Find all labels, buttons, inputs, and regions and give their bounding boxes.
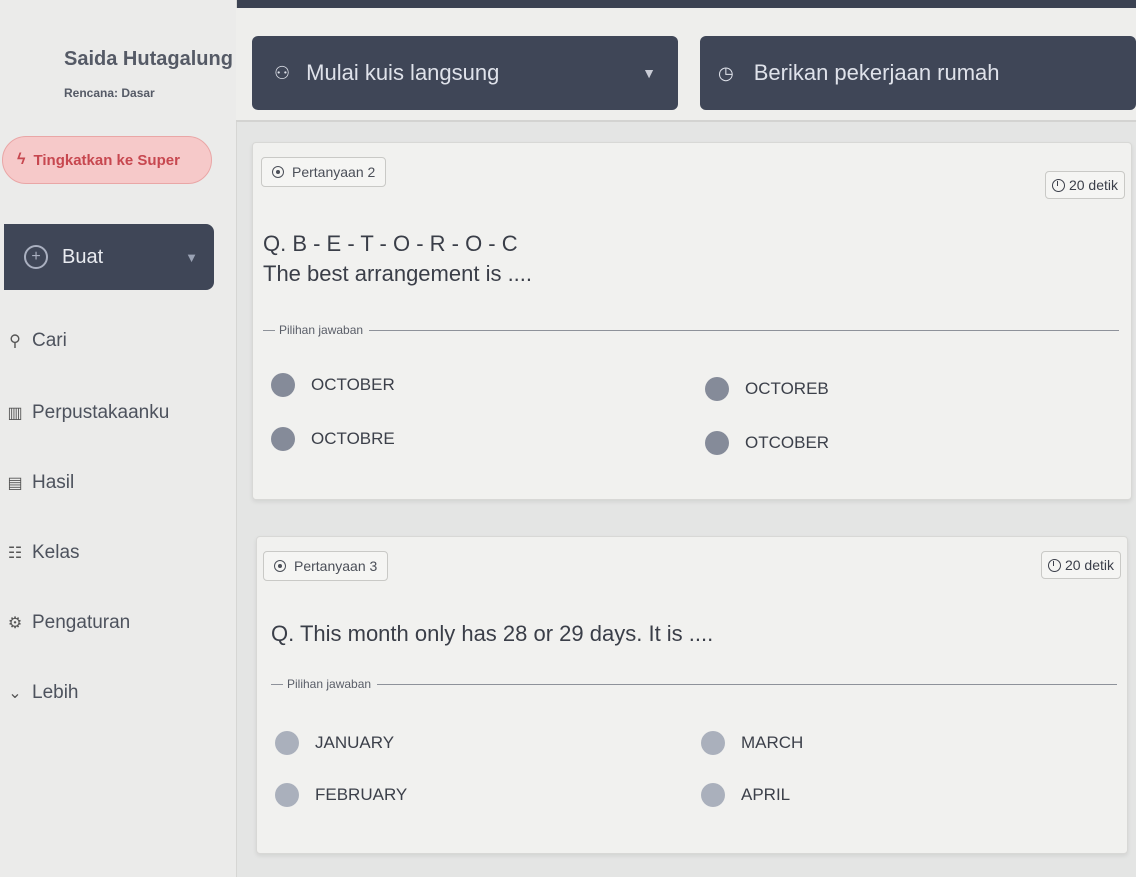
question-text: Q. B - E - T - O - R - O - C The best ar…	[263, 229, 532, 289]
sidebar: Saida Hutagalung Rencana: Dasar ϟ Tingka…	[0, 0, 237, 877]
action-bar: ⚇ Mulai kuis langsung ▼ ◷ Berikan pekerj…	[236, 8, 1136, 122]
choice-label: FEBRUARY	[315, 785, 408, 804]
answer-choice[interactable]: APRIL	[701, 783, 790, 807]
choices-legend-label: Pilihan jawaban	[287, 677, 372, 691]
choice-label: OCTOBRE	[311, 429, 395, 448]
question-text: Q. This month only has 28 or 29 days. It…	[271, 619, 713, 649]
clock-icon	[1047, 558, 1061, 572]
sidebar-item-pengaturan[interactable]: ⚙ Pengaturan	[4, 612, 130, 634]
choice-label: APRIL	[741, 785, 791, 804]
radio-dot	[275, 731, 299, 755]
class-icon: ☷	[7, 545, 23, 562]
target-icon	[272, 166, 284, 178]
clock-icon: ◷	[718, 62, 734, 83]
timer-badge[interactable]: 20 detik	[1040, 551, 1121, 579]
sidebar-item-label: Kelas	[32, 542, 80, 563]
user-name: Saida Hutagalung	[64, 48, 233, 70]
results-icon: ▤	[7, 475, 23, 492]
question-label: Pertanyaan 2	[261, 157, 387, 187]
answer-choice[interactable]: JANUARY	[275, 731, 394, 755]
radio-dot	[701, 731, 725, 755]
sidebar-item-label: Cari	[32, 330, 67, 351]
choices-legend: Pilihan jawaban	[271, 677, 1117, 691]
answer-choice[interactable]: OCTOREB	[705, 377, 829, 401]
live-quiz-button[interactable]: ⚇ Mulai kuis langsung ▼	[252, 36, 678, 110]
caret-down-icon: ▼	[642, 65, 656, 81]
timer-text: 20 detik	[1068, 177, 1118, 193]
library-icon: ▥	[7, 405, 23, 422]
question-card: Pertanyaan 3 20 detik Q. This month only…	[256, 536, 1128, 854]
upgrade-label: Tingkatkan ke Super	[33, 151, 180, 169]
live-quiz-label: Mulai kuis langsung	[306, 60, 500, 85]
radio-dot	[275, 783, 299, 807]
clock-icon	[1051, 178, 1065, 192]
lightning-icon: ϟ	[17, 151, 26, 168]
choices-legend: Pilihan jawaban	[263, 323, 1119, 337]
choices-legend-label: Pilihan jawaban	[279, 323, 364, 337]
sidebar-item-label: Lebih	[32, 682, 79, 703]
caret-down-icon: ▼	[185, 249, 198, 265]
homework-label: Berikan pekerjaan rumah	[753, 60, 1000, 85]
answer-choice[interactable]: OCTOBER	[271, 373, 395, 397]
question-line: Q. This month only has 28 or 29 days. It…	[271, 621, 714, 646]
radio-dot	[705, 431, 729, 455]
homework-button[interactable]: ◷ Berikan pekerjaan rumah	[700, 36, 1136, 110]
sidebar-item-perpustakaanku[interactable]: ▥ Perpustakaanku	[4, 402, 169, 424]
sidebar-item-label: Hasil	[32, 472, 75, 493]
choice-label: MARCH	[741, 733, 804, 752]
sidebar-item-hasil[interactable]: ▤ Hasil	[4, 472, 74, 494]
question-line: Q. B - E - T - O - R - O - C	[263, 231, 518, 256]
upgrade-button[interactable]: ϟ Tingkatkan ke Super	[2, 136, 212, 184]
user-plan: Rencana: Dasar	[64, 86, 155, 100]
timer-badge[interactable]: 20 detik	[1044, 171, 1125, 199]
answer-choice[interactable]: OTCOBER	[705, 431, 829, 455]
plus-circle-icon: +	[24, 245, 48, 269]
radio-dot	[271, 373, 295, 397]
question-number: Pertanyaan 2	[292, 164, 376, 180]
radio-dot	[271, 427, 295, 451]
question-line: The best arrangement is ....	[263, 261, 533, 286]
create-button[interactable]: + Buat ▼	[4, 224, 214, 290]
sidebar-item-kelas[interactable]: ☷ Kelas	[4, 542, 80, 564]
radio-dot	[705, 377, 729, 401]
sidebar-item-lebih[interactable]: ⌄ Lebih	[4, 682, 79, 704]
question-label: Pertanyaan 3	[263, 551, 389, 581]
question-card: Pertanyaan 2 20 detik Q. B - E - T - O -…	[252, 142, 1132, 500]
timer-text: 20 detik	[1064, 557, 1114, 573]
question-number: Pertanyaan 3	[294, 558, 378, 574]
answer-choice[interactable]: OCTOBRE	[271, 427, 395, 451]
sidebar-item-label: Pengaturan	[32, 612, 131, 633]
answer-choice[interactable]: FEBRUARY	[275, 783, 407, 807]
search-icon: ⚲	[9, 333, 21, 350]
gear-icon: ⚙	[7, 615, 23, 632]
choice-label: OCTOREB	[745, 379, 829, 398]
target-icon	[274, 560, 286, 572]
sidebar-item-cari[interactable]: ⚲ Cari	[4, 330, 67, 352]
choice-label: JANUARY	[315, 733, 395, 752]
choice-label: OTCOBER	[745, 433, 830, 452]
chevron-down-icon: ⌄	[8, 685, 22, 702]
sidebar-item-label: Perpustakaanku	[32, 402, 170, 423]
choice-label: OCTOBER	[311, 375, 395, 394]
answer-choice[interactable]: MARCH	[701, 731, 803, 755]
users-icon: ⚇	[274, 62, 291, 83]
create-label: Buat	[62, 245, 104, 268]
radio-dot	[701, 783, 725, 807]
